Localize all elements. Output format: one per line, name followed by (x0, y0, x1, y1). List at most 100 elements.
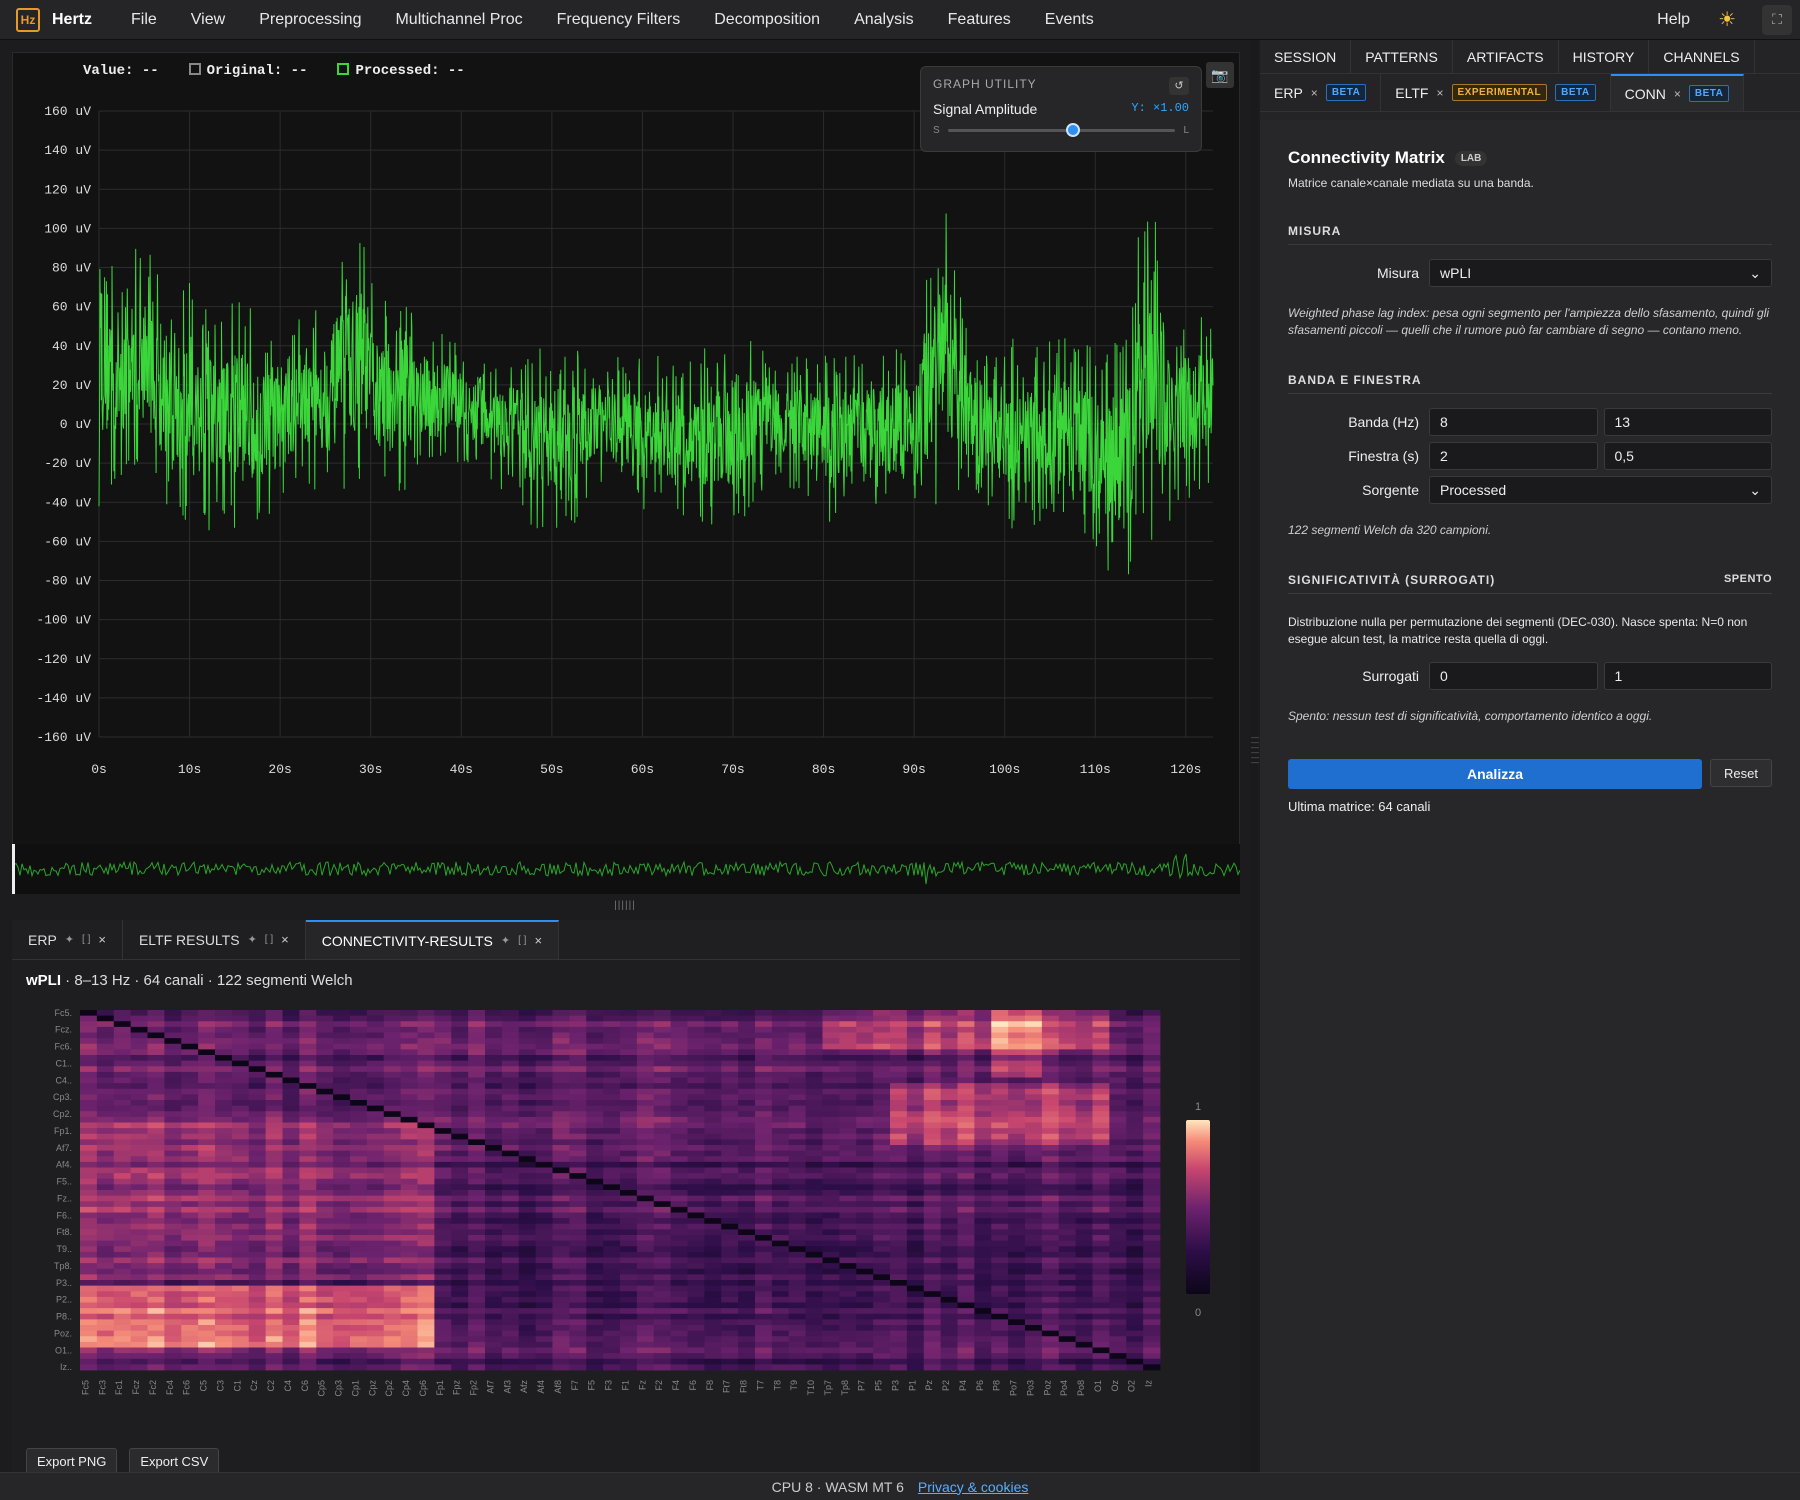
close-icon[interactable]: × (1311, 86, 1318, 100)
sorgente-select[interactable]: Processed ⌄ (1429, 476, 1772, 504)
export-csv-button[interactable]: Export CSV (129, 1448, 220, 1475)
menu-view[interactable]: View (191, 11, 225, 29)
banda-high-input[interactable]: 13 (1603, 408, 1772, 436)
tab-eltf-results[interactable]: ELTF RESULTS ✦ [ ] × (123, 920, 306, 959)
heatmap-cell (839, 1280, 857, 1287)
finestra-length-input[interactable]: 2 (1429, 442, 1598, 470)
reset-icon[interactable]: ↺ (1169, 77, 1189, 95)
privacy-link[interactable]: Privacy & cookies (918, 1479, 1028, 1495)
heatmap-cell (721, 1223, 739, 1230)
heatmap-cell (1075, 1184, 1093, 1191)
heatmap-cell (873, 1257, 891, 1264)
amplitude-slider[interactable] (947, 123, 1176, 137)
tool-tab-erp[interactable]: ERP × BETA (1260, 74, 1382, 111)
heatmap-cell (215, 1358, 233, 1365)
analyze-button[interactable]: Analizza (1288, 759, 1702, 789)
menu-features[interactable]: Features (948, 11, 1011, 29)
finestra-overlap-input[interactable]: 0,5 (1603, 442, 1772, 470)
heatmap-cell (721, 1105, 739, 1112)
heatmap-cell (299, 1145, 317, 1152)
menu-frequency-filters[interactable]: Frequency Filters (557, 11, 681, 29)
heatmap-cell (788, 1223, 807, 1230)
processed-checkbox[interactable] (337, 63, 350, 75)
close-icon[interactable]: × (1674, 87, 1681, 101)
signal-chart[interactable]: 160 uV140 uV120 uV100 uV80 uV60 uV40 uV2… (13, 53, 1241, 843)
overview-strip[interactable] (11, 844, 1241, 894)
heatmap-cell (198, 1218, 216, 1225)
close-icon[interactable]: × (534, 933, 542, 948)
heatmap-cell (451, 1268, 469, 1275)
tab-patterns[interactable]: PATTERNS (1351, 40, 1453, 73)
fullscreen-icon[interactable]: ⛶ (1762, 4, 1792, 35)
export-png-button[interactable]: Export PNG (26, 1448, 118, 1475)
heatmap-cell (991, 1049, 1009, 1056)
resize-handle[interactable]: |||||| (600, 900, 650, 912)
tab-connectivity-results[interactable]: CONNECTIVITY-RESULTS ✦ [ ] × (305, 920, 560, 959)
menu-decomposition[interactable]: Decomposition (714, 11, 820, 29)
close-icon[interactable]: × (98, 932, 106, 947)
heatmap-cell (451, 1083, 469, 1090)
vertical-resize-handle[interactable]: — — — — — — (1251, 734, 1259, 775)
heatmap-cell (822, 1308, 840, 1315)
pin-icon[interactable]: ✦ (248, 933, 257, 946)
heatmap-cell (130, 1060, 148, 1067)
heatmap-cell (873, 1206, 891, 1213)
close-icon[interactable]: × (281, 932, 289, 947)
surrogati-count-input[interactable]: 0 (1429, 662, 1598, 690)
heatmap-cell (957, 1240, 975, 1247)
heatmap-cell (603, 1060, 621, 1067)
heatmap-cell (873, 1330, 891, 1337)
pin-icon[interactable]: ✦ (65, 933, 74, 946)
heatmap-cell (1126, 1055, 1144, 1062)
tab-artifacts[interactable]: ARTIFACTS (1453, 40, 1559, 73)
tool-tab-eltf[interactable]: ELTF × EXPERIMENTAL BETA (1381, 74, 1611, 111)
heatmap-cell (603, 1190, 621, 1197)
heatmap-cell (1025, 1105, 1043, 1112)
pin-icon[interactable]: ✦ (501, 934, 510, 947)
sun-icon[interactable]: ☀ (1718, 7, 1736, 32)
surrogati-seed-input[interactable]: 1 (1603, 662, 1772, 690)
heatmap-cell (839, 1116, 857, 1123)
menu-multichannel-proc[interactable]: Multichannel Proc (395, 11, 522, 29)
menu-help[interactable]: Help (1657, 11, 1690, 29)
heatmap-cell (873, 1353, 891, 1360)
heatmap-cell (923, 1071, 942, 1078)
overview-waveform[interactable] (11, 844, 1241, 894)
heatmap-cell (805, 1257, 823, 1264)
close-icon[interactable]: × (1437, 86, 1444, 100)
heatmap-cell (113, 1313, 132, 1320)
tool-tab-conn[interactable]: CONN × BETA (1610, 74, 1745, 111)
menu-analysis[interactable]: Analysis (854, 11, 914, 29)
heatmap-cell (890, 1195, 908, 1202)
tab-channels[interactable]: CHANNELS (1649, 40, 1755, 73)
heatmap-cell (552, 1206, 570, 1213)
heatmap-cell (113, 1105, 132, 1112)
tab-session[interactable]: SESSION (1260, 40, 1352, 73)
heatmap-cell (906, 1364, 925, 1371)
tab-history[interactable]: HISTORY (1559, 40, 1650, 73)
original-checkbox[interactable] (188, 63, 201, 75)
heatmap-cell (80, 1105, 98, 1112)
heatmap-cell (350, 1218, 368, 1225)
banda-low-input[interactable]: 8 (1429, 408, 1598, 436)
heatmap-cell (417, 1251, 435, 1258)
heatmap-cell (653, 1111, 672, 1118)
slider-handle[interactable] (1066, 123, 1081, 137)
menu-events[interactable]: Events (1045, 11, 1094, 29)
heatmap-cell (906, 1240, 925, 1247)
heatmap-cell (957, 1060, 975, 1067)
heatmap-cell (434, 1060, 452, 1067)
heatmap-cell (485, 1240, 503, 1247)
menu-file[interactable]: File (131, 11, 157, 29)
menu-preprocessing[interactable]: Preprocessing (259, 11, 361, 29)
heatmap-cell (822, 1229, 840, 1236)
detach-icon[interactable]: [ ] (518, 935, 526, 946)
misura-select[interactable]: wPLI ⌄ (1429, 259, 1772, 287)
camera-icon[interactable]: 📷 (1206, 62, 1234, 88)
heatmap-cell (603, 1246, 621, 1253)
connectivity-heatmap[interactable]: Fc5.Fcz.Fc6.C1..C4..Cp3.Cp2.Fp1.Af7.Af4.… (12, 990, 1240, 1470)
detach-icon[interactable]: [ ] (82, 934, 90, 945)
reset-button[interactable]: Reset (1710, 759, 1772, 787)
tab-erp[interactable]: ERP ✦ [ ] × (12, 920, 123, 959)
detach-icon[interactable]: [ ] (265, 934, 273, 945)
